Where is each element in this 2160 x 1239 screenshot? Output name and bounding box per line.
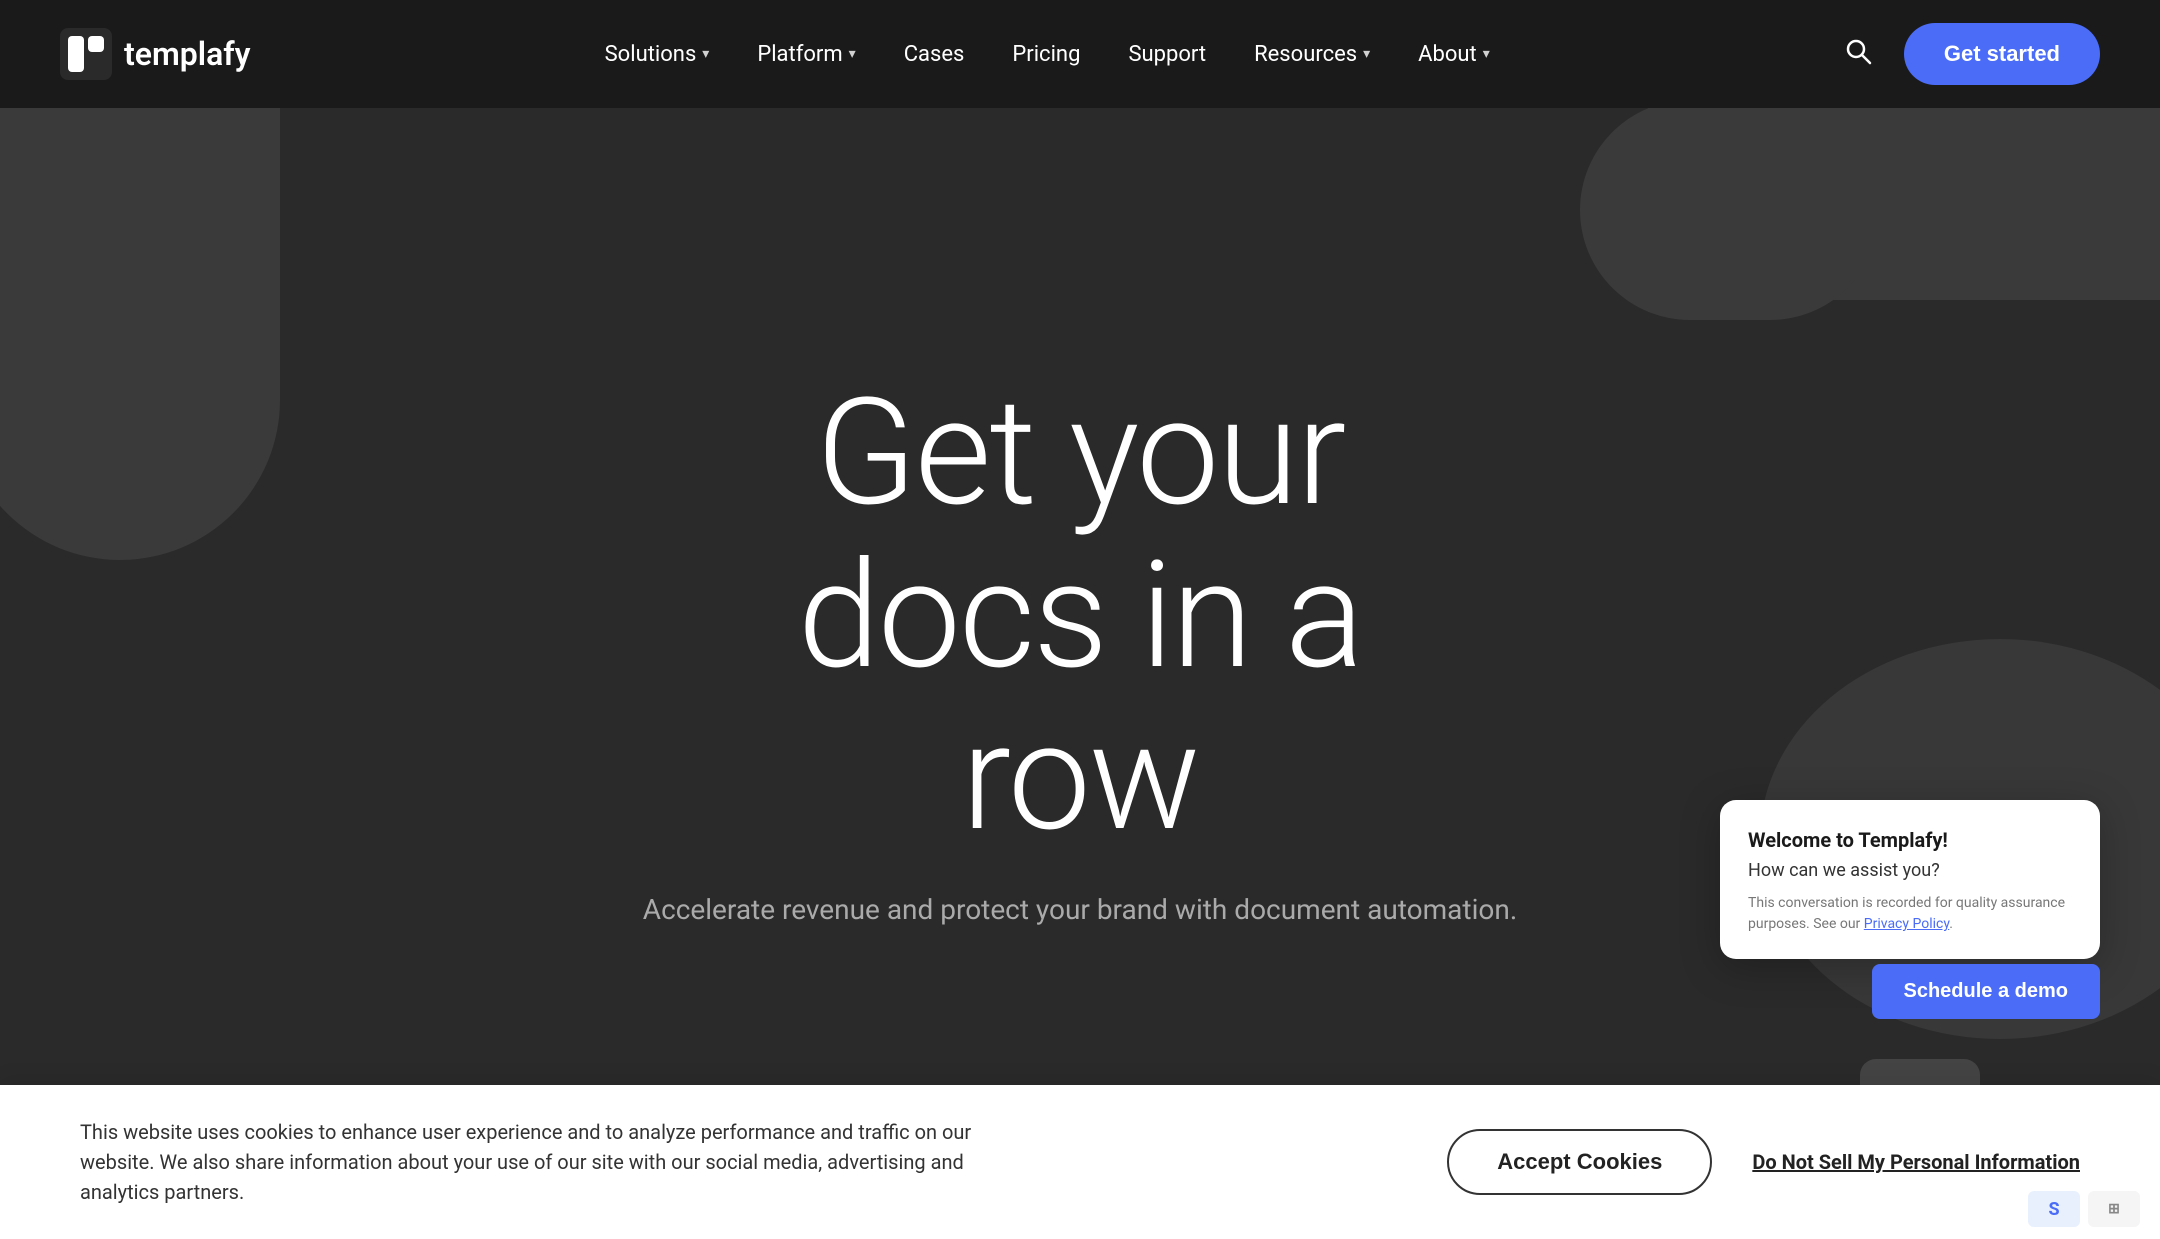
chat-subtitle: How can we assist you? [1748,860,2072,881]
chevron-down-icon: ▾ [1363,46,1370,62]
cookie-text: This website uses cookies to enhance use… [80,1117,980,1207]
chevron-down-icon: ▾ [1483,46,1490,62]
hero-title: Get your docs in a row [798,373,1363,861]
hero-section: Get your docs in a row Accelerate revenu… [0,0,2160,1239]
logo-text: templafy [124,35,251,73]
nav-item-cases[interactable]: Cases [904,42,965,67]
search-button[interactable] [1844,37,1872,72]
search-icon [1844,37,1872,65]
nav-item-about[interactable]: About ▾ [1418,42,1490,67]
nav-right: Get started [1844,23,2100,85]
grid-icon-badge: ⊞ [2088,1191,2140,1227]
accept-cookies-button[interactable]: Accept Cookies [1447,1129,1712,1195]
nav-item-resources[interactable]: Resources ▾ [1254,42,1370,67]
do-not-sell-link[interactable]: Do Not Sell My Personal Information [1752,1150,2080,1174]
nav-item-platform[interactable]: Platform ▾ [757,42,855,67]
privacy-policy-link[interactable]: Privacy Policy [1864,916,1949,932]
cookie-banner: This website uses cookies to enhance use… [0,1085,2160,1239]
chat-title: Welcome to Templafy! [1748,828,2072,852]
nav-item-solutions[interactable]: Solutions ▾ [605,42,710,67]
nav-item-pricing[interactable]: Pricing [1012,42,1080,67]
chat-widget: Welcome to Templafy! How can we assist y… [1720,800,2100,959]
chat-legal-text: This conversation is recorded for qualit… [1748,893,2072,935]
deco-shape-tr-circle [1580,100,1880,320]
chevron-down-icon: ▾ [849,46,856,62]
hero-subtitle: Accelerate revenue and protect your bran… [643,893,1517,926]
nav-item-support[interactable]: Support [1128,42,1206,67]
nav-links: Solutions ▾ Platform ▾ Cases Pricing Sup… [605,42,1490,67]
navbar: templafy Solutions ▾ Platform ▾ Cases Pr… [0,0,2160,108]
cookie-actions: Accept Cookies Do Not Sell My Personal I… [1447,1129,2080,1195]
get-started-button[interactable]: Get started [1904,23,2100,85]
chevron-down-icon: ▾ [702,46,709,62]
schedule-demo-button[interactable]: Schedule a demo [1872,964,2101,1019]
deco-shape-tl [0,80,280,560]
bottom-right-icons: S ⊞ [2028,1191,2140,1227]
s-icon-badge: S [2028,1191,2080,1227]
templafy-logo-icon [60,28,112,80]
logo[interactable]: templafy [60,28,251,80]
